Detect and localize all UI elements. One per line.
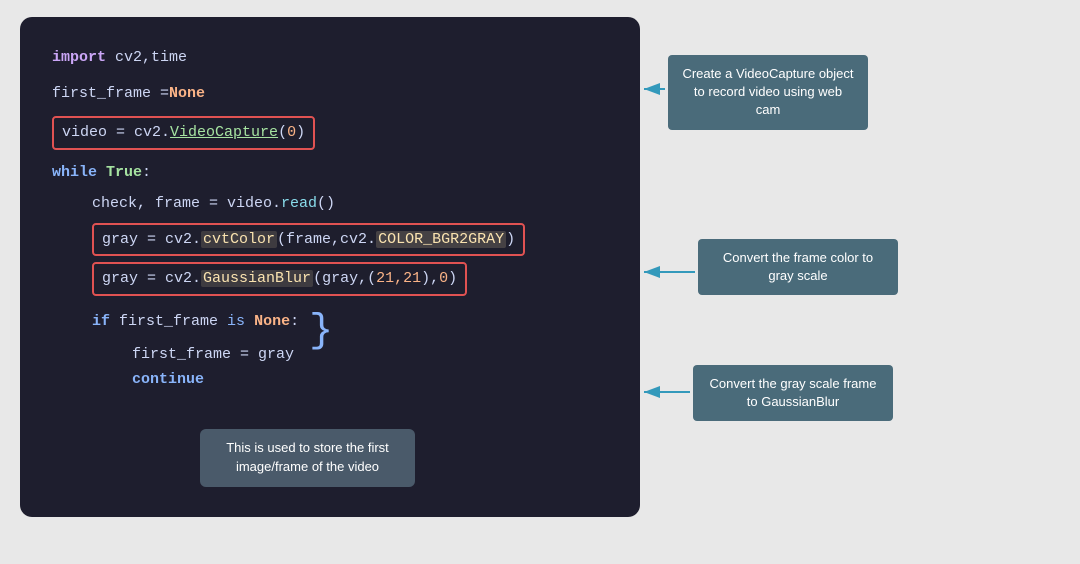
assign-gray-code: first_frame = gray <box>132 342 294 368</box>
read-method: read <box>281 191 317 217</box>
if-space2 <box>245 309 254 335</box>
gaussian-comma: ), <box>421 270 439 287</box>
first-frame-var: first_frame = <box>52 81 169 107</box>
line-if: if first_frame is None : } <box>92 302 608 342</box>
while-colon: : <box>142 160 151 186</box>
tooltip-text: This is used to store the first image/fr… <box>226 440 389 474</box>
cvtcolor-highlight: gray = cv2.cvtColor(frame,cv2.COLOR_BGR2… <box>92 223 525 257</box>
gaussian-nums: 21,21 <box>376 270 421 287</box>
gray-assign2: gray = cv2. <box>102 270 201 287</box>
annotation-2: Convert the frame color to gray scale <box>698 239 898 295</box>
annotation-3: Convert the gray scale frame to Gaussian… <box>693 365 893 421</box>
vc-paren: ( <box>278 124 287 141</box>
keyword-is: is <box>227 309 245 335</box>
line-videocapture: video = cv2.VideoCapture(0) <box>52 116 608 150</box>
keyword-none: None <box>169 81 205 107</box>
annotation-1: Create a VideoCapture object to record v… <box>668 55 868 130</box>
keyword-while: while <box>52 160 97 186</box>
annotation-2-text: Convert the frame color to gray scale <box>723 250 873 283</box>
tooltip-box: This is used to store the first image/fr… <box>200 429 415 487</box>
gaussian-fn: GaussianBlur <box>201 270 313 287</box>
line-gaussianblur: gray = cv2.GaussianBlur(gray,(21,21),0) <box>92 262 608 296</box>
cvtcolor-fn: cvtColor <box>201 231 277 248</box>
if-none: None <box>254 309 290 335</box>
keyword-if: if <box>92 309 110 335</box>
keyword-import: import <box>52 45 106 71</box>
line-assign-gray: first_frame = gray <box>132 342 608 368</box>
cvtcolor-close: ) <box>506 231 515 248</box>
gray-assign1: gray = cv2. <box>102 231 201 248</box>
import-modules: cv2,time <box>106 45 187 71</box>
video-assign: video = cv2. <box>62 124 170 141</box>
videocapture-fn: VideoCapture <box>170 124 278 141</box>
vc-close: ) <box>296 124 305 141</box>
keyword-true: True <box>106 160 142 186</box>
annotations-panel: Create a VideoCapture object to record v… <box>640 17 1060 517</box>
annotation-1-text: Create a VideoCapture object to record v… <box>682 66 853 117</box>
while-space <box>97 160 106 186</box>
gaussian-highlight: gray = cv2.GaussianBlur(gray,(21,21),0) <box>92 262 467 296</box>
brace-icon: } <box>309 312 333 352</box>
if-space: first_frame <box>110 309 227 335</box>
read-paren: () <box>317 191 335 217</box>
annotation-3-text: Convert the gray scale frame to Gaussian… <box>710 376 877 409</box>
line-first-frame: first_frame = None <box>52 81 608 107</box>
line-read: check, frame = video.read() <box>92 191 608 217</box>
gaussian-zero: 0 <box>439 270 448 287</box>
main-container: import cv2,time first_frame = None video… <box>20 17 1060 547</box>
keyword-continue: continue <box>132 367 204 393</box>
line-import: import cv2,time <box>52 45 608 71</box>
color-const: COLOR_BGR2GRAY <box>376 231 506 248</box>
line-while: while True : <box>52 160 608 186</box>
code-panel: import cv2,time first_frame = None video… <box>20 17 640 517</box>
videocapture-highlight: video = cv2.VideoCapture(0) <box>52 116 315 150</box>
if-colon: : <box>290 309 299 335</box>
gaussian-close: ) <box>448 270 457 287</box>
gaussian-args: (gray,( <box>313 270 376 287</box>
line-cvtcolor: gray = cv2.cvtColor(frame,cv2.COLOR_BGR2… <box>92 223 608 257</box>
line-continue: continue <box>132 367 608 393</box>
read-code: check, frame = video. <box>92 191 281 217</box>
vc-arg: 0 <box>287 124 296 141</box>
cvtcolor-frame: (frame,cv2. <box>277 231 376 248</box>
